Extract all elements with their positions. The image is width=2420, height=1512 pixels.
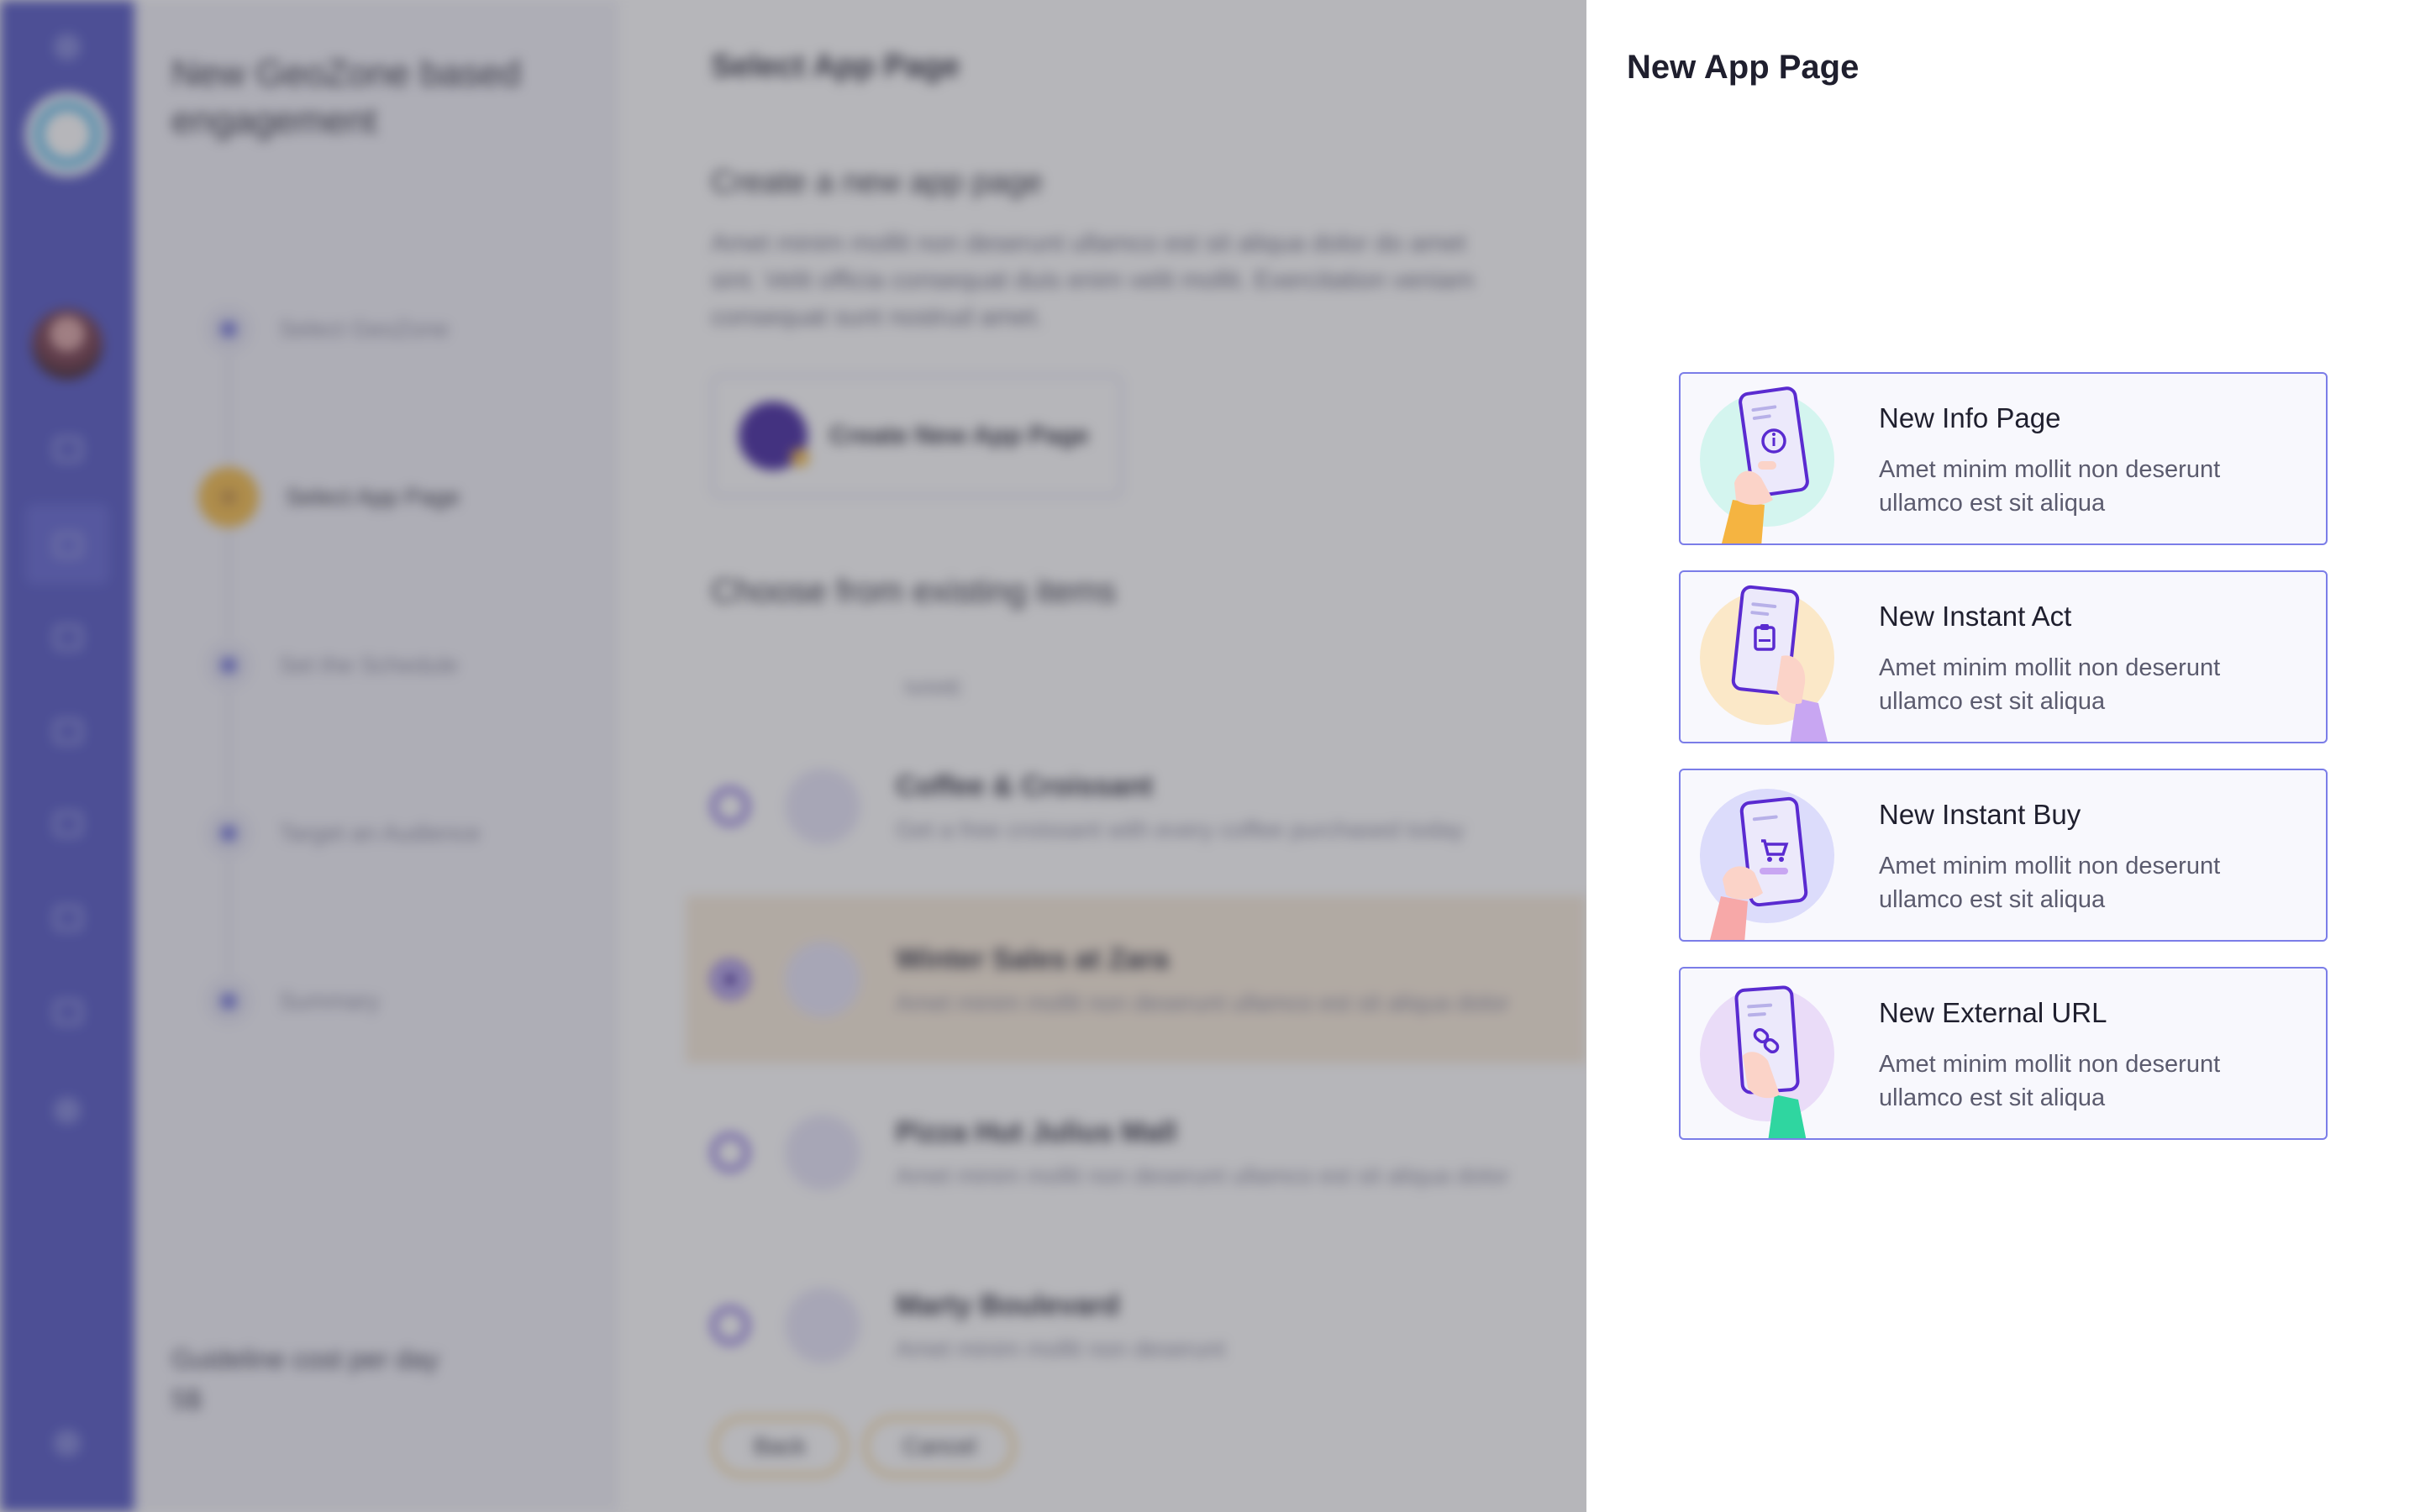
url-phone-illustration bbox=[1700, 985, 1834, 1138]
option-desc: Amet minim mollit non deserunt ullamco e… bbox=[1879, 456, 2221, 517]
buy-phone-illustration bbox=[1700, 789, 1834, 940]
option-new-instant-buy[interactable]: New Instant Buy Amet minim mollit non de… bbox=[1679, 769, 2328, 942]
info-phone-illustration bbox=[1700, 386, 1834, 543]
panel-title: New App Page bbox=[1627, 49, 1860, 86]
option-title: New Instant Buy bbox=[1879, 799, 2081, 830]
act-phone-illustration bbox=[1700, 585, 1834, 742]
option-title: New Instant Act bbox=[1879, 601, 2072, 632]
option-new-instant-act[interactable]: New Instant Act Amet minim mollit non de… bbox=[1679, 570, 2328, 743]
option-new-info-page[interactable]: New Info Page Amet minim mollit non dese… bbox=[1679, 372, 2328, 545]
option-desc: Amet minim mollit non deserunt ullamco e… bbox=[1879, 654, 2221, 715]
new-app-page-panel: New App Page New Info Page Amet minim mo… bbox=[1586, 0, 2420, 1512]
option-desc: Amet minim mollit non deserunt ullamco e… bbox=[1879, 853, 2221, 913]
option-title: New External URL bbox=[1879, 997, 2107, 1028]
modal-backdrop[interactable] bbox=[0, 0, 1586, 1512]
option-new-external-url[interactable]: New External URL Amet minim mollit non d… bbox=[1679, 967, 2328, 1140]
option-title: New Info Page bbox=[1879, 402, 2061, 433]
option-desc: Amet minim mollit non deserunt ullamco e… bbox=[1879, 1051, 2221, 1111]
